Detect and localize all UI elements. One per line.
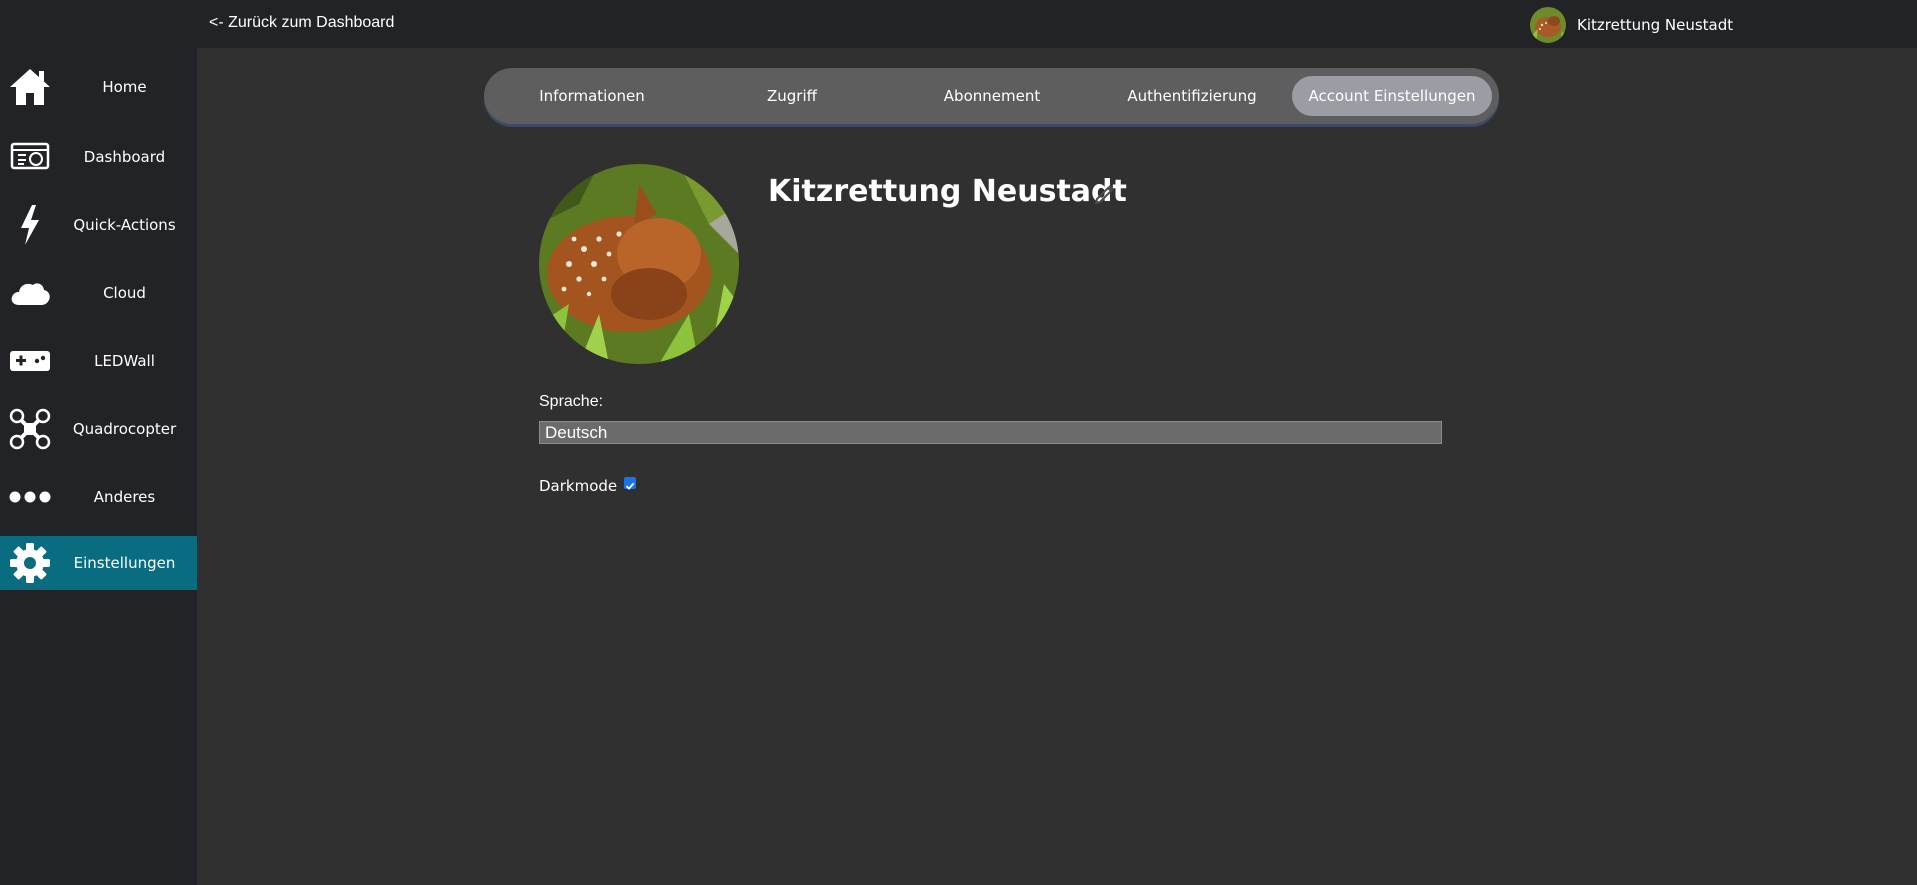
language-select[interactable]: Deutsch <box>539 421 1442 444</box>
checkmark-icon <box>625 482 635 490</box>
tab-authentifizierung[interactable]: Authentifizierung <box>1092 76 1292 116</box>
sidebar-item-label: Einstellungen <box>73 554 176 572</box>
gear-icon <box>8 542 52 584</box>
tab-account-einstellungen[interactable]: Account Einstellungen <box>1292 76 1492 116</box>
user-avatar <box>1530 7 1566 43</box>
top-bar: <- Zurück zum Dashboard Kitzrettung Neus… <box>0 0 1917 48</box>
tab-informationen[interactable]: Informationen <box>492 76 692 116</box>
sidebar-item-quick-actions[interactable]: Quick-Actions <box>0 198 197 252</box>
sidebar-item-label: Home <box>102 78 147 96</box>
sidebar-item-label: Cloud <box>103 284 146 302</box>
drone-icon <box>8 408 52 450</box>
darkmode-label: Darkmode <box>539 477 618 495</box>
settings-tabs: Informationen Zugriff Abonnement Authent… <box>484 68 1499 124</box>
sidebar-item-cloud[interactable]: Cloud <box>0 266 197 320</box>
back-to-dashboard-link[interactable]: <- Zurück zum Dashboard <box>209 14 394 32</box>
sidebar-item-home[interactable]: Home <box>0 60 197 114</box>
user-name: Kitzrettung Neustadt <box>1577 16 1734 34</box>
profile-name: Kitzrettung Neustadt <box>768 174 1127 209</box>
dashboard-icon <box>8 136 52 178</box>
pencil-edit-icon[interactable] <box>1094 182 1116 205</box>
sidebar-item-ledwall[interactable]: LEDWall <box>0 334 197 388</box>
sidebar-item-label: Dashboard <box>83 148 166 166</box>
lightning-icon <box>8 204 52 246</box>
home-icon <box>8 66 52 108</box>
language-label: Sprache: <box>539 393 604 410</box>
sidebar: Home Dashboard Quick-Actions Cloud LEDWa… <box>0 48 197 885</box>
gamepad-icon <box>8 340 52 382</box>
sidebar-item-label: LEDWall <box>94 352 155 370</box>
sidebar-item-label: Quadrocopter <box>72 420 177 438</box>
tab-zugriff[interactable]: Zugriff <box>692 76 892 116</box>
sidebar-item-quadrocopter[interactable]: Quadrocopter <box>0 402 197 456</box>
profile-picture[interactable] <box>539 164 739 364</box>
more-dots-icon <box>8 476 52 518</box>
tab-abonnement[interactable]: Abonnement <box>892 76 1092 116</box>
sidebar-item-anderes[interactable]: Anderes <box>0 470 197 524</box>
sidebar-item-dashboard[interactable]: Dashboard <box>0 130 197 184</box>
sidebar-item-label: Anderes <box>93 488 156 506</box>
user-menu[interactable]: Kitzrettung Neustadt <box>1530 7 1733 43</box>
cloud-icon <box>8 272 52 314</box>
darkmode-checkbox[interactable] <box>624 477 636 490</box>
sidebar-item-label: Quick-Actions <box>73 216 176 234</box>
sidebar-item-einstellungen[interactable]: Einstellungen <box>0 536 197 590</box>
